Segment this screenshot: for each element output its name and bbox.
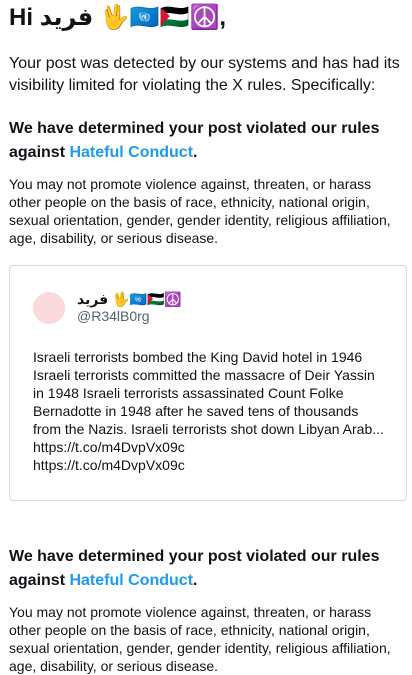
violation-heading-period: . xyxy=(193,144,198,161)
violation-section-1: We have determined your post violated ou… xyxy=(9,117,403,247)
post-link[interactable]: https://t.co/m4DvpVx09c xyxy=(33,456,386,474)
email-body: Hi فريد 🖖🇺🇳🇵🇸☮️, Your post was detected … xyxy=(0,3,412,675)
post-header: فريد 🖖🇺🇳🇵🇸☮️ @R34lB0rg xyxy=(33,290,406,325)
greeting-heading: Hi فريد 🖖🇺🇳🇵🇸☮️, xyxy=(9,4,227,31)
hateful-conduct-link[interactable]: Hateful Conduct xyxy=(69,144,193,161)
violation-section-2: We have determined your post violated ou… xyxy=(9,545,403,675)
violation-description: You may not promote violence against, th… xyxy=(9,176,391,246)
violation-description: You may not promote violence against, th… xyxy=(9,604,391,674)
post-card[interactable]: فريد 🖖🇺🇳🇵🇸☮️ @R34lB0rg Israeli terrorist… xyxy=(9,265,407,501)
post-author: فريد 🖖🇺🇳🇵🇸☮️ @R34lB0rg xyxy=(77,290,182,325)
intro-text: Your post was detected by our systems an… xyxy=(9,55,400,94)
post-body: Israeli terrorists bombed the King David… xyxy=(33,349,384,455)
avatar[interactable] xyxy=(33,291,65,324)
author-name[interactable]: فريد 🖖🇺🇳🇵🇸☮️ xyxy=(77,290,182,308)
violation-heading-period: . xyxy=(193,572,198,589)
author-handle[interactable]: @R34lB0rg xyxy=(77,308,182,325)
post-text: Israeli terrorists bombed the King David… xyxy=(33,348,406,474)
violation-heading: We have determined your post violated ou… xyxy=(9,545,403,593)
violation-heading: We have determined your post violated ou… xyxy=(9,117,403,165)
hateful-conduct-link[interactable]: Hateful Conduct xyxy=(69,572,193,589)
